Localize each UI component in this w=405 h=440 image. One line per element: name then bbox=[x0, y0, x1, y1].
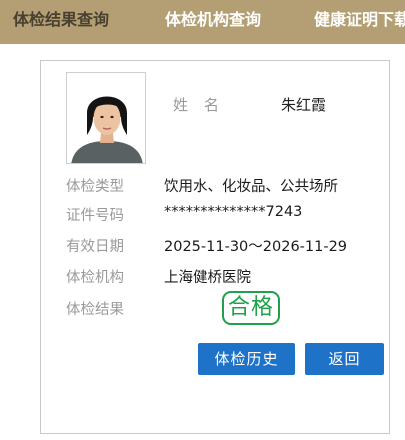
tab-certificate-download[interactable]: 健康证明下载 bbox=[314, 0, 405, 44]
pass-stamp: 合格 bbox=[222, 291, 280, 325]
institution-label: 体检机构 bbox=[66, 270, 124, 286]
institution-value: 上海健桥医院 bbox=[164, 270, 251, 286]
exam-type-label: 体检类型 bbox=[66, 179, 124, 195]
history-button[interactable]: 体检历史 bbox=[198, 343, 295, 375]
id-photo bbox=[66, 72, 146, 164]
id-number-value: **************7243 bbox=[164, 204, 303, 220]
exam-result-label: 体检结果 bbox=[66, 302, 124, 318]
top-nav: 体检结果查询 体检机构查询 健康证明下载 bbox=[0, 0, 405, 44]
tab-institution-query[interactable]: 体检机构查询 bbox=[165, 0, 261, 44]
valid-date-value: 2025-11-30～2026-11-29 bbox=[164, 239, 348, 255]
tab-result-query[interactable]: 体检结果查询 bbox=[13, 0, 109, 44]
exam-type-value: 饮用水、化妆品、公共场所 bbox=[164, 179, 338, 195]
back-button[interactable]: 返回 bbox=[305, 343, 384, 375]
id-number-label: 证件号码 bbox=[66, 208, 124, 224]
name-value: 朱红霞 bbox=[281, 96, 327, 114]
valid-date-label: 有效日期 bbox=[66, 239, 124, 255]
name-label: 姓名 bbox=[173, 96, 236, 114]
result-card: 姓名 朱红霞 体检类型 饮用水、化妆品、公共场所 证件号码 **********… bbox=[40, 60, 390, 434]
